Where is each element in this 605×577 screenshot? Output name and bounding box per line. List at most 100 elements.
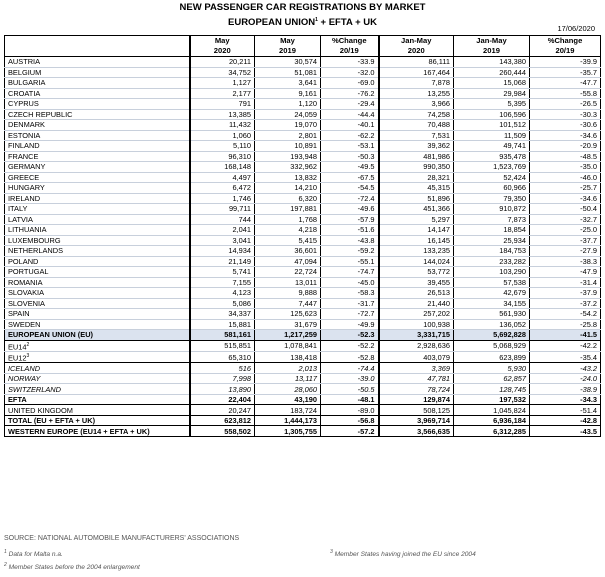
cell-change-janmay: -24.0: [529, 373, 601, 385]
cell-janmay-2020: 14,147: [377, 224, 454, 236]
market-name-text: CYPRUS: [8, 99, 39, 109]
cell-change-janmay: -32.7: [529, 214, 601, 225]
cell-may-2020: 4,123: [188, 287, 255, 299]
cell-change-janmay: -34.3: [529, 393, 601, 406]
market-name-text: GERMANY: [8, 162, 46, 172]
cell-change-may: -45.0: [320, 277, 379, 288]
market-name: EU142: [4, 340, 190, 352]
header-may-2020: May: [188, 35, 255, 46]
registrations-table: May May %Change Jan-May Jan-May %Change …: [4, 35, 601, 437]
cell-change-may: -52.8: [320, 351, 379, 364]
cell-change-janmay: -47.7: [529, 77, 601, 89]
market-name-text: TOTAL (EU + EFTA + UK): [8, 416, 96, 426]
footnote-ref: 3: [26, 352, 30, 359]
table-row: BELGIUM 34,752 51,081 -32.0 167,464 260,444 -3…: [4, 67, 601, 78]
cell-janmay-2020: 257,202: [377, 308, 454, 320]
cell-janmay-2019: 25,934: [453, 235, 530, 246]
cell-janmay-2020: 2,928,636: [377, 340, 454, 352]
cell-janmay-2020: 3,566,635: [377, 425, 454, 437]
cell-may-2019: 138,418: [254, 351, 321, 364]
market-name: LITHUANIA: [4, 224, 190, 236]
cell-janmay-2019: 11,509: [453, 130, 530, 141]
cell-may-2019: 10,891: [254, 140, 321, 152]
cell-janmay-2019: 5,068,929: [453, 340, 530, 352]
cell-change-janmay: -54.2: [529, 308, 601, 320]
cell-may-2019: 1,444,173: [254, 414, 321, 427]
efta-country-row: SWITZERLAND 13,890 28,060 -50.5 78,724 128,74…: [4, 383, 601, 395]
cell-janmay-2020: 78,724: [377, 383, 454, 395]
cell-janmay-2020: 167,464: [377, 67, 454, 78]
cell-janmay-2019: 1,045,824: [453, 404, 530, 416]
cell-may-2020: 516: [188, 362, 255, 374]
cell-may-2020: 34,752: [188, 67, 255, 78]
cell-change-may: -49.5: [320, 161, 379, 173]
market-name: SWEDEN: [4, 319, 190, 330]
market-name: SLOVAKIA: [4, 287, 190, 299]
cell-janmay-2020: 47,781: [377, 373, 454, 385]
cell-janmay-2020: 86,111: [377, 56, 454, 68]
cell-change-janmay: -43.2: [529, 362, 601, 374]
cell-janmay-2020: 990,350: [377, 161, 454, 173]
cell-may-2019: 24,059: [254, 109, 321, 120]
cell-change-may: -74.4: [320, 362, 379, 374]
cell-janmay-2019: 5,395: [453, 98, 530, 110]
cell-change-janmay: -42.8: [529, 414, 601, 427]
market-name: EFTA: [4, 393, 190, 406]
market-name-text: SWITZERLAND: [8, 384, 61, 394]
cell-janmay-2020: 7,878: [377, 77, 454, 89]
cell-may-2019: 1,305,755: [254, 425, 321, 437]
market-name: PORTUGAL: [4, 266, 190, 278]
cell-change-may: -55.1: [320, 256, 379, 267]
table-row: HUNGARY 6,472 14,210 -54.5 45,315 60,966 -25.7: [4, 182, 601, 194]
market-name: CYPRUS: [4, 98, 190, 110]
table-row: GREECE 4,497 13,832 -67.5 28,321 52,424 -46.0: [4, 172, 601, 183]
cell-change-may: -39.0: [320, 373, 379, 385]
cell-may-2020: 5,086: [188, 298, 255, 309]
cell-change-janmay: -41.5: [529, 329, 601, 341]
market-name-text: BELGIUM: [8, 67, 42, 77]
cell-janmay-2020: 28,321: [377, 172, 454, 183]
market-name-text: CZECH REPUBLIC: [8, 109, 73, 119]
market-name-text: WESTERN EUROPE (EU14 + EFTA + UK): [8, 426, 150, 436]
cell-janmay-2020: 74,258: [377, 109, 454, 120]
cell-janmay-2020: 26,513: [377, 287, 454, 299]
header-blank: [5, 36, 190, 47]
market-name: TOTAL (EU + EFTA + UK): [4, 414, 190, 427]
cell-may-2019: 51,081: [254, 67, 321, 78]
cell-change-may: -69.0: [320, 77, 379, 89]
cell-janmay-2020: 403,079: [377, 351, 454, 364]
cell-may-2019: 28,060: [254, 383, 321, 395]
market-name-text: LUXEMBOURG: [8, 235, 61, 245]
market-name: NETHERLANDS: [4, 245, 190, 257]
cell-janmay-2020: 133,235: [377, 245, 454, 257]
cell-change-janmay: -37.7: [529, 235, 601, 246]
cell-janmay-2020: 451,366: [377, 203, 454, 215]
cell-janmay-2020: 3,331,715: [377, 329, 454, 341]
cell-change-janmay: -55.8: [529, 88, 601, 99]
market-name: AUSTRIA: [4, 56, 190, 68]
cell-janmay-2020: 3,969,714: [377, 414, 454, 427]
table-row: POLAND 21,149 47,094 -55.1 144,024 233,282 -38…: [4, 256, 601, 267]
market-name-text: ESTONIA: [8, 130, 41, 140]
footnote-3-text: Member States having joined the EU since…: [334, 551, 476, 559]
cell-janmay-2019: 29,984: [453, 88, 530, 99]
market-name: WESTERN EUROPE (EU14 + EFTA + UK): [4, 425, 190, 437]
eu-total-row: EUROPEAN UNION (EU) 581,161 1,217,259 -52.3…: [4, 329, 601, 341]
cell-may-2020: 168,148: [188, 161, 255, 173]
cell-janmay-2020: 3,369: [377, 362, 454, 374]
cell-may-2019: 7,447: [254, 298, 321, 309]
cell-change-may: -52.3: [320, 329, 379, 341]
cell-may-2019: 2,013: [254, 362, 321, 374]
cell-janmay-2020: 70,488: [377, 119, 454, 131]
cell-janmay-2019: 18,854: [453, 224, 530, 236]
cell-may-2019: 6,320: [254, 193, 321, 204]
cell-may-2020: 2,041: [188, 224, 255, 236]
cell-may-2020: 15,881: [188, 319, 255, 330]
cell-may-2019: 1,217,259: [254, 329, 321, 341]
cell-change-janmay: -37.2: [529, 298, 601, 309]
cell-change-may: -44.4: [320, 109, 379, 120]
market-name-text: ROMANIA: [8, 277, 43, 287]
market-name-text: EUROPEAN UNION (EU): [8, 330, 93, 340]
market-name-text: FRANCE: [8, 151, 39, 161]
table-row: NETHERLANDS 14,934 36,601 -59.2 133,235 184,7…: [4, 245, 601, 257]
